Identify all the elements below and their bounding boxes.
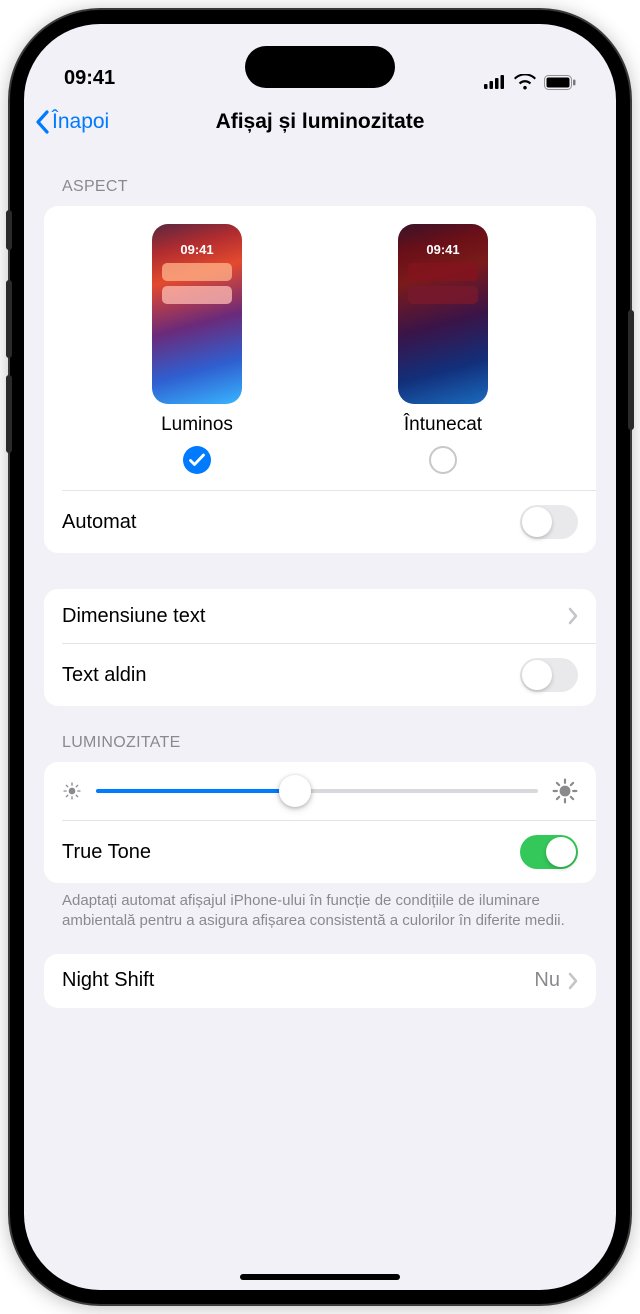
appearance-option-dark[interactable]: 09:41 Întunecat: [398, 224, 488, 474]
radio-dark[interactable]: [429, 446, 457, 474]
phone-screen: 09:41 Înapoi Afișaj și luminozitate ASPE…: [24, 24, 616, 1290]
chevron-right-icon: [568, 607, 578, 625]
slider-fill: [96, 789, 295, 793]
option-label-light: Luminos: [161, 414, 233, 436]
text-size-row[interactable]: Dimensiune text: [44, 589, 596, 643]
side-button: [6, 210, 12, 250]
bold-text-row[interactable]: Text aldin: [44, 644, 596, 706]
navigation-bar: Înapoi Afișaj și luminozitate: [24, 94, 616, 150]
night-shift-card: Night Shift Nu: [44, 954, 596, 1008]
sun-small-icon: [62, 781, 82, 801]
checkmark-icon: [189, 453, 205, 467]
true-tone-row[interactable]: True Tone: [44, 821, 596, 883]
option-label-dark: Întunecat: [404, 414, 482, 436]
automatic-label: Automat: [62, 511, 136, 534]
chevron-right-icon: [568, 972, 578, 990]
preview-time: 09:41: [152, 242, 242, 257]
page-title: Afișaj și luminozitate: [216, 110, 425, 134]
preview-dark: 09:41: [398, 224, 488, 404]
back-button[interactable]: Înapoi: [34, 110, 109, 134]
preview-widget: [408, 263, 478, 281]
true-tone-toggle[interactable]: [520, 835, 578, 869]
appearance-card: 09:41 Luminos 09:41: [44, 206, 596, 553]
night-shift-value: Nu: [534, 969, 560, 992]
appearance-section-header: ASPECT: [44, 150, 596, 206]
side-button: [6, 375, 12, 453]
night-shift-row[interactable]: Night Shift Nu: [44, 954, 596, 1008]
slider-thumb[interactable]: [279, 775, 311, 807]
true-tone-label: True Tone: [62, 841, 151, 864]
brightness-section-header: LUMINOZITATE: [44, 706, 596, 762]
automatic-row[interactable]: Automat: [44, 491, 596, 553]
automatic-toggle[interactable]: [520, 505, 578, 539]
status-indicators: [484, 74, 576, 90]
appearance-option-light[interactable]: 09:41 Luminos: [152, 224, 242, 474]
back-label: Înapoi: [52, 110, 109, 134]
appearance-options: 09:41 Luminos 09:41: [44, 206, 596, 490]
wifi-icon: [514, 74, 536, 90]
sun-large-icon: [552, 778, 578, 804]
brightness-slider[interactable]: [96, 789, 538, 793]
brightness-slider-row: [44, 762, 596, 820]
dynamic-island: [245, 46, 395, 88]
home-indicator[interactable]: [240, 1274, 400, 1280]
true-tone-footer: Adaptați automat afișajul iPhone-ului în…: [44, 883, 596, 932]
side-button: [6, 280, 12, 358]
text-card: Dimensiune text Text aldin: [44, 589, 596, 706]
night-shift-label: Night Shift: [62, 969, 154, 992]
chevron-left-icon: [34, 110, 50, 134]
preview-widget: [408, 286, 478, 304]
preview-widget: [162, 286, 232, 304]
text-size-label: Dimensiune text: [62, 605, 205, 628]
brightness-card: True Tone: [44, 762, 596, 883]
preview-widget: [162, 263, 232, 281]
preview-light: 09:41: [152, 224, 242, 404]
preview-time: 09:41: [398, 242, 488, 257]
bold-text-label: Text aldin: [62, 664, 147, 687]
radio-light-checked[interactable]: [183, 446, 211, 474]
battery-icon: [544, 75, 576, 90]
bold-text-toggle[interactable]: [520, 658, 578, 692]
side-button: [628, 310, 634, 430]
phone-frame: 09:41 Înapoi Afișaj și luminozitate ASPE…: [10, 10, 630, 1304]
settings-content[interactable]: ASPECT 09:41 Luminos: [24, 150, 616, 1286]
cellular-icon: [484, 75, 506, 89]
status-time: 09:41: [64, 67, 115, 90]
